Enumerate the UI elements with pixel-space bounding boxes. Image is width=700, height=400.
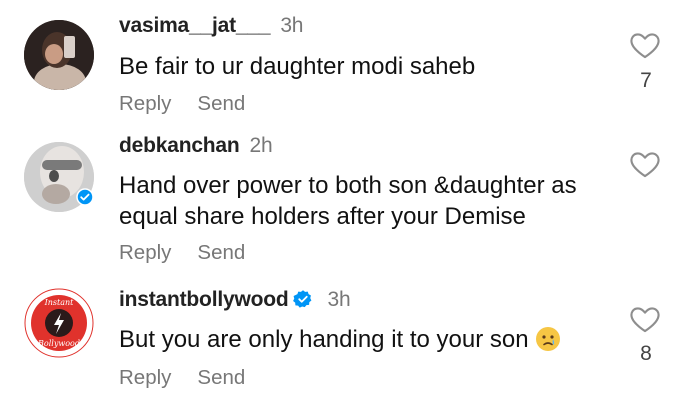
comment-text-line: equal share holders after your Demise (119, 203, 526, 230)
reply-button[interactable]: Reply (119, 92, 171, 115)
comment-actions: Reply Send (119, 366, 271, 390)
heart-outline-icon[interactable] (628, 28, 662, 62)
reply-button[interactable]: Reply (119, 241, 171, 264)
avatar[interactable]: Instant Bollywood (24, 288, 94, 358)
reply-button[interactable]: Reply (119, 366, 171, 389)
comment-username[interactable]: instantbollywood 3h (119, 288, 351, 312)
verified-badge-icon (76, 188, 94, 206)
like-count: 7 (640, 69, 652, 92)
comment-actions: Reply Send (119, 92, 271, 116)
send-button[interactable]: Send (197, 241, 245, 264)
svg-text:Bollywood: Bollywood (37, 339, 80, 348)
comment-text: Hand over power to both son &daughter as… (119, 170, 577, 232)
heart-outline-icon[interactable] (628, 302, 662, 336)
comment-text: Be fair to ur daughter modi saheb (119, 53, 476, 80)
verified-badge-icon (293, 290, 312, 308)
comment-time: 3h (327, 288, 351, 311)
like-count: 8 (640, 342, 652, 365)
svg-text:Instant: Instant (44, 298, 75, 307)
comment-username[interactable]: vasima__jat___ 3h (119, 14, 303, 38)
comment-actions: Reply Send (119, 241, 271, 265)
send-button[interactable]: Send (197, 366, 245, 389)
comment-username[interactable]: debkanchan 2h (119, 134, 273, 158)
crying-face-emoji (535, 327, 560, 351)
comment-text-line: Hand over power to both son &daughter as (119, 172, 577, 199)
heart-outline-icon[interactable] (628, 147, 662, 181)
comment-time: 2h (249, 134, 273, 157)
avatar[interactable] (24, 20, 94, 90)
comment-text: But you are only handing it to your son (119, 324, 561, 355)
send-button[interactable]: Send (197, 92, 245, 115)
comment-time: 3h (280, 14, 304, 37)
